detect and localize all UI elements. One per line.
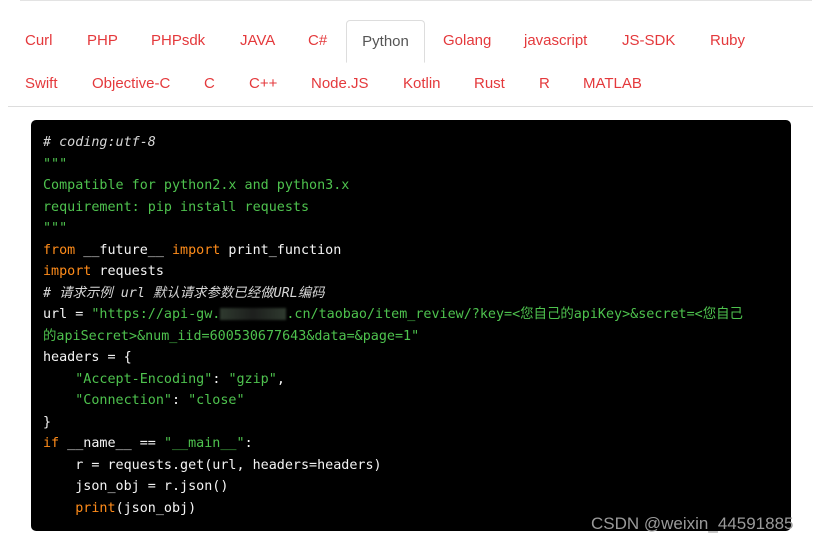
code-line: # 请求示例 url 默认请求参数已经做URL编码 (43, 285, 325, 301)
tab-python[interactable]: Python (346, 20, 425, 63)
code-line: "Connection": "close" (75, 393, 245, 408)
watermark: CSDN @weixin_44591885 (591, 514, 794, 533)
tab-phpsdk[interactable]: PHPsdk (151, 20, 205, 62)
top-divider (20, 0, 812, 1)
tab-c[interactable]: C (204, 63, 215, 105)
tab-nodejs[interactable]: Node.JS (311, 63, 369, 105)
tab-r[interactable]: R (539, 63, 550, 105)
tab-kotlin[interactable]: Kotlin (403, 63, 441, 105)
code-line: # coding:utf-8 (43, 135, 156, 150)
code-line: requirement: pip install requests (43, 199, 310, 215)
tab-swift[interactable]: Swift (25, 63, 58, 105)
tab-javascript[interactable]: javascript (524, 20, 587, 62)
code-line: 的apiSecret>&num_iid=600530677643&data=&p… (43, 328, 420, 344)
code-line: if __name__ == "__main__": (43, 436, 253, 451)
tab-php[interactable]: PHP (87, 20, 118, 62)
code-line: from __future__ import print_function (43, 242, 342, 258)
tab-java[interactable]: JAVA (240, 20, 275, 62)
tab-golang[interactable]: Golang (443, 20, 491, 62)
tab-cpp[interactable]: C++ (249, 63, 277, 105)
tab-ruby[interactable]: Ruby (710, 20, 745, 62)
tab-objective-c[interactable]: Objective-C (92, 63, 170, 105)
tab-curl[interactable]: Curl (25, 20, 53, 62)
code-line: headers = { (43, 350, 132, 365)
code-line: url = "https://api-gw. .cn/taobao/item_re… (43, 307, 743, 322)
code-line: Compatible for python2.x and python3.x (43, 178, 350, 193)
code-sample: # coding:utf-8 """ Compatible for python… (31, 120, 791, 531)
code-line: """ (43, 221, 68, 236)
tab-csharp[interactable]: C# (308, 20, 327, 62)
language-tabs: Curl PHP PHPsdk JAVA C# Python Golang ja… (8, 20, 813, 107)
code-line: import requests (43, 264, 164, 279)
tab-js-sdk[interactable]: JS-SDK (622, 20, 675, 62)
code-line: } (43, 414, 52, 430)
code-line: """ (43, 156, 68, 172)
code-line: r = requests.get(url, headers=headers) (43, 457, 382, 473)
code-line: json_obj = r.json() (43, 479, 229, 494)
tab-matlab[interactable]: MATLAB (583, 63, 642, 105)
code-line: "Accept-Encoding": "gzip", (75, 371, 285, 387)
redacted-domain (220, 308, 287, 320)
tab-rust[interactable]: Rust (474, 63, 505, 105)
